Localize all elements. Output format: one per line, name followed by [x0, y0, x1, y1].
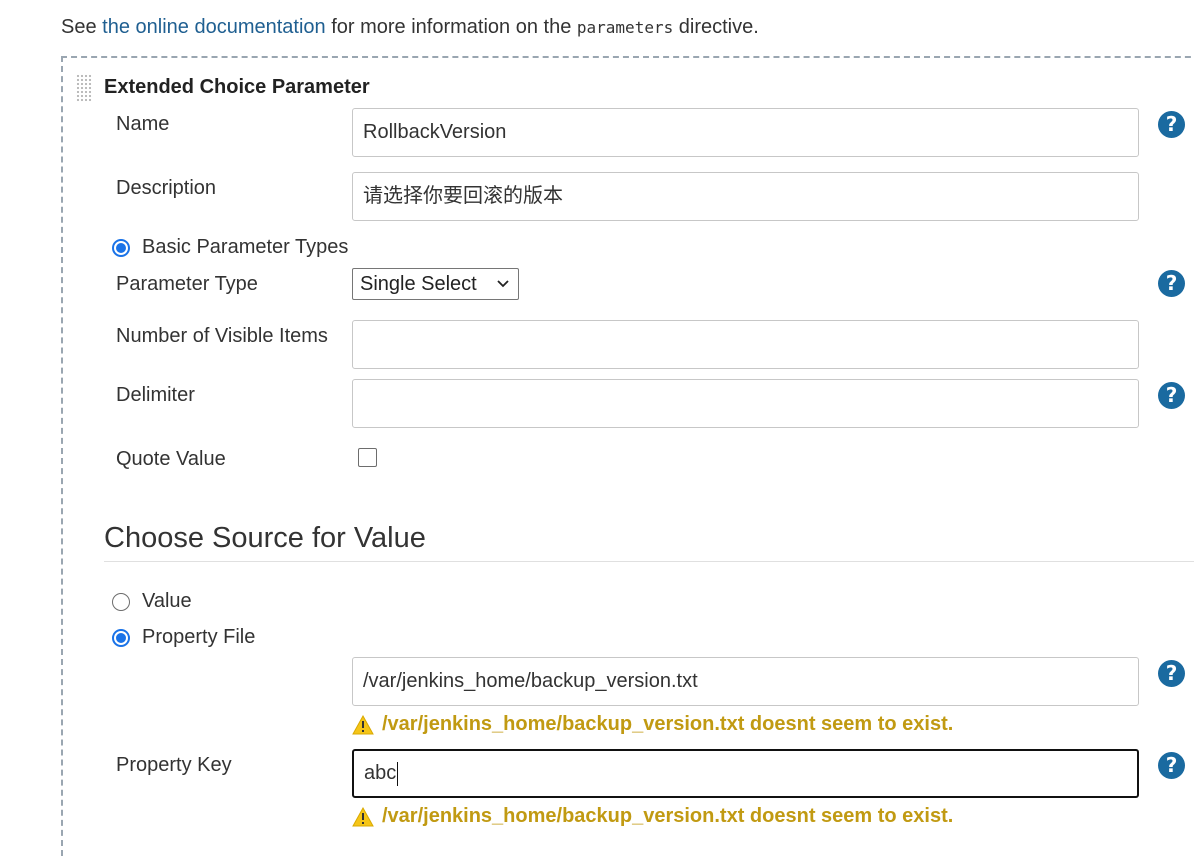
radio-checked-icon[interactable]	[112, 238, 130, 257]
documentation-note: See the online documentation for more in…	[61, 16, 759, 38]
help-icon[interactable]: ?	[1158, 752, 1185, 779]
visible-items-input[interactable]	[352, 320, 1139, 369]
value-radio[interactable]: Value	[112, 590, 192, 613]
drag-handle[interactable]	[76, 74, 92, 102]
name-label: Name	[116, 113, 170, 135]
radio-unchecked-icon[interactable]	[112, 592, 130, 611]
visible-items-label: Number of Visible Items	[116, 325, 328, 347]
delimiter-input[interactable]	[352, 379, 1139, 428]
description-input[interactable]: 请选择你要回滚的版本	[352, 172, 1139, 221]
chevron-down-icon	[496, 269, 510, 309]
help-icon[interactable]: ?	[1158, 382, 1185, 409]
quote-value-label: Quote Value	[116, 448, 226, 470]
parameters-code: parameters	[576, 18, 674, 37]
text-caret	[397, 761, 399, 786]
property-file-radio[interactable]: Property File	[112, 626, 255, 649]
online-documentation-link[interactable]: the online documentation	[102, 16, 326, 38]
delimiter-label: Delimiter	[116, 384, 195, 406]
help-icon[interactable]: ?	[1158, 660, 1185, 687]
radio-checked-icon[interactable]	[112, 628, 130, 647]
name-input[interactable]: RollbackVersion	[352, 108, 1139, 157]
description-label: Description	[116, 177, 217, 199]
warning-icon	[352, 714, 374, 735]
parameter-type-label: Parameter Type	[116, 273, 258, 295]
source-heading: Choose Source for Value	[104, 522, 426, 554]
quote-value-checkbox[interactable]	[358, 448, 377, 467]
help-icon[interactable]: ?	[1158, 270, 1185, 297]
basic-parameter-types-radio[interactable]: Basic Parameter Types	[112, 236, 348, 259]
property-key-label: Property Key	[116, 754, 232, 776]
property-file-input[interactable]: /var/jenkins_home/backup_version.txt	[352, 657, 1139, 706]
property-key-input[interactable]: abc	[352, 749, 1139, 798]
divider	[104, 561, 1194, 562]
help-icon[interactable]: ?	[1158, 111, 1185, 138]
section-title: Extended Choice Parameter	[104, 76, 370, 98]
parameter-type-select[interactable]: Single Select	[352, 268, 519, 300]
property-file-warning: /var/jenkins_home/backup_version.txt doe…	[352, 713, 953, 736]
